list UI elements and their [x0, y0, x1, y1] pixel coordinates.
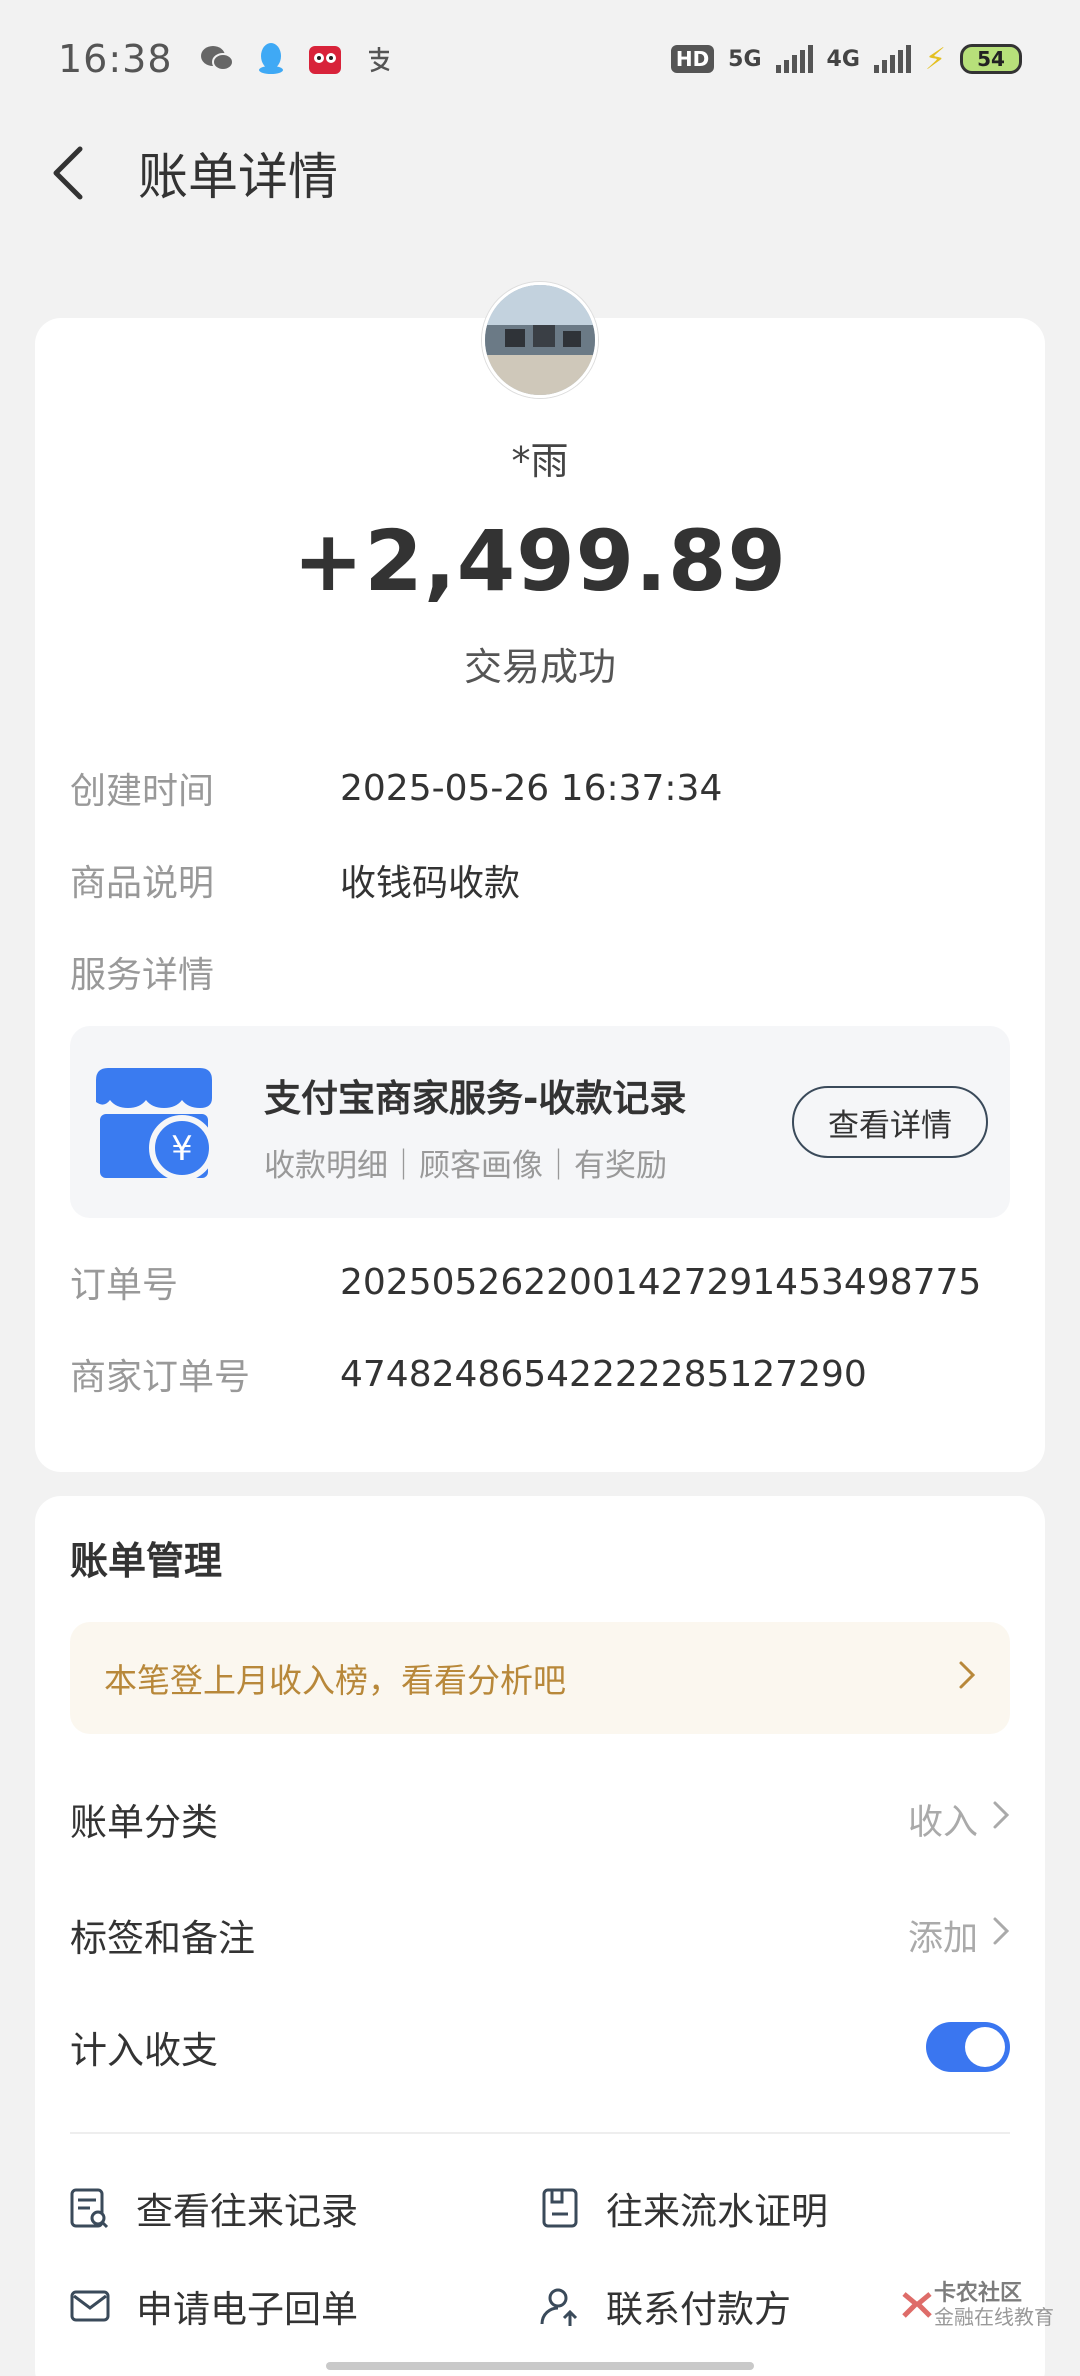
- watermark-logo-icon: [902, 2292, 932, 2318]
- bill-category-label: 账单分类: [70, 1801, 218, 1844]
- network-4g-label: 4G: [826, 46, 860, 72]
- status-bar: 16:38 HD 5G 4G ⚡ 54: [0, 0, 1080, 118]
- service-label: 服务详情: [70, 955, 215, 996]
- network-5g-label: 5G: [728, 46, 762, 72]
- nav-bar: 账单详情: [0, 118, 1080, 228]
- bill-management-title: 账单管理: [70, 1539, 223, 1583]
- status-time: 16:38: [58, 37, 173, 81]
- created-time-label: 创建时间: [70, 771, 215, 812]
- order-no-value: 2025052622001427291453498775: [340, 1261, 982, 1303]
- view-details-button[interactable]: 查看详情: [792, 1086, 988, 1158]
- product-label: 商品说明: [70, 863, 215, 904]
- order-no-row: 订单号 2025052622001427291453498775: [70, 1252, 1020, 1312]
- income-analysis-banner[interactable]: 本笔登上月收入榜，看看分析吧: [70, 1622, 1010, 1734]
- product-row: 商品说明 收钱码收款: [70, 850, 1020, 910]
- count-in-balance-row: 计入收支: [70, 2012, 1010, 2082]
- statement-proof-label: 往来流水证明: [606, 2190, 828, 2233]
- chevron-right-icon: [992, 1799, 1010, 1839]
- signal-icon-2: [873, 45, 911, 73]
- payer-name: *雨: [511, 439, 569, 483]
- battery-indicator: 54: [960, 44, 1022, 74]
- page-title: 账单详情: [138, 148, 338, 206]
- hd-badge: HD: [670, 45, 715, 73]
- watermark-sub: 金融在线教育: [934, 2305, 1054, 2330]
- status-indicators: HD 5G 4G ⚡ 54: [670, 41, 1022, 77]
- merchant-order-label: 商家订单号: [70, 1357, 251, 1398]
- created-time-row: 创建时间 2025-05-26 16:37:34: [70, 758, 1020, 818]
- user-contact-icon: [538, 2284, 582, 2328]
- yuan-symbol: ¥: [171, 1129, 193, 1169]
- merchant-order-row: 商家订单号 47482486542222285127290: [70, 1344, 1020, 1404]
- service-row: 服务详情: [70, 942, 1020, 1002]
- income-analysis-text: 本笔登上月收入榜，看看分析吧: [104, 1661, 566, 1700]
- charging-icon: ⚡: [924, 41, 946, 77]
- bill-category-row[interactable]: 账单分类 收入: [70, 1784, 1010, 1854]
- divider: [70, 2132, 1010, 2134]
- count-in-balance-toggle[interactable]: [926, 2022, 1010, 2072]
- tags-notes-row[interactable]: 标签和备注 添加: [70, 1900, 1010, 1970]
- watermark: 卡农社区 金融在线教育: [900, 2281, 1054, 2330]
- home-indicator[interactable]: [326, 2362, 754, 2370]
- signal-icon: [775, 45, 813, 73]
- count-in-balance-label: 计入收支: [70, 2029, 218, 2072]
- e-receipt-button[interactable]: 申请电子回单: [68, 2276, 358, 2336]
- bill-category-value: 收入: [907, 1802, 978, 1843]
- alipay-icon: [359, 39, 399, 79]
- contact-payer-button[interactable]: 联系付款方: [538, 2276, 791, 2336]
- order-no-label: 订单号: [70, 1265, 179, 1306]
- avatar[interactable]: [482, 282, 598, 398]
- tmall-icon: [305, 39, 345, 79]
- tags-notes-label: 标签和备注: [70, 1917, 255, 1960]
- document-icon: [538, 2186, 582, 2230]
- chevron-left-icon: [53, 146, 83, 200]
- back-button[interactable]: [38, 143, 98, 203]
- chevron-right-icon: [958, 1659, 976, 1698]
- contact-payer-label: 联系付款方: [606, 2288, 791, 2331]
- toggle-knob: [965, 2027, 1005, 2067]
- mail-icon: [68, 2284, 112, 2328]
- transaction-status: 交易成功: [463, 645, 616, 689]
- view-history-label: 查看往来记录: [136, 2190, 358, 2233]
- merchant-service-card[interactable]: ¥ 支付宝商家服务-收款记录 收款明细｜顾客画像｜有奖励 查看详情: [70, 1026, 1010, 1218]
- record-search-icon: [68, 2186, 112, 2230]
- wechat-icon: [197, 39, 237, 79]
- statement-proof-button[interactable]: 往来流水证明: [538, 2178, 828, 2238]
- shop-icon: ¥: [92, 1062, 220, 1182]
- service-subtitle: 收款明细｜顾客画像｜有奖励: [264, 1148, 667, 1184]
- tags-notes-value: 添加: [907, 1918, 978, 1959]
- e-receipt-label: 申请电子回单: [136, 2288, 358, 2331]
- created-time-value: 2025-05-26 16:37:34: [340, 767, 723, 809]
- view-history-button[interactable]: 查看往来记录: [68, 2178, 358, 2238]
- watermark-name: 卡农社区: [934, 2281, 1023, 2306]
- service-title: 支付宝商家服务-收款记录: [264, 1077, 687, 1120]
- transaction-amount: +2,499.89: [293, 512, 787, 610]
- qq-icon: [251, 39, 291, 79]
- product-value: 收钱码收款: [340, 863, 521, 904]
- merchant-order-value: 47482486542222285127290: [340, 1353, 867, 1395]
- chevron-right-icon: [992, 1915, 1010, 1955]
